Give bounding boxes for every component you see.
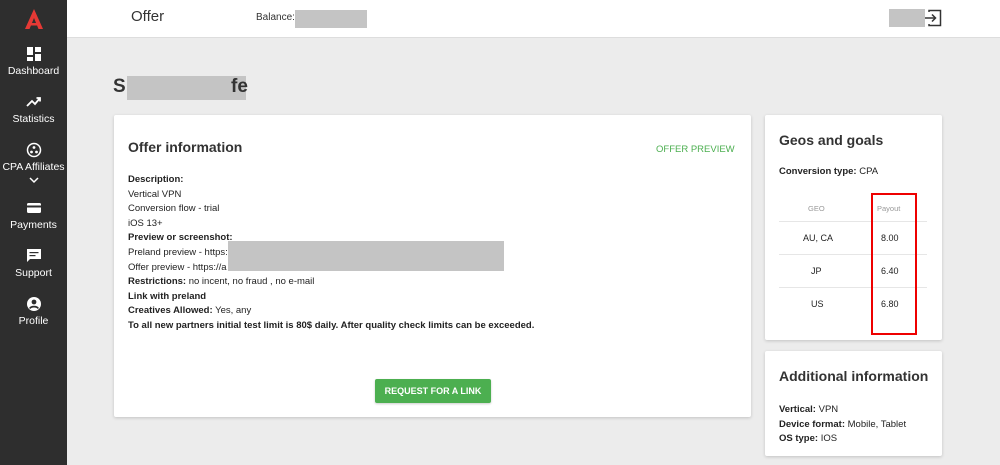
- balance-label: Balance:: [256, 12, 295, 23]
- sidebar-item-statistics[interactable]: Statistics: [0, 94, 67, 125]
- trending-up-icon: [25, 97, 41, 107]
- header-title: Offer: [131, 8, 165, 25]
- logout-icon[interactable]: [924, 9, 942, 27]
- sidebar-item-label: Dashboard: [7, 65, 60, 77]
- sidebar-item-cpa-affiliates[interactable]: CPA Affiliates: [0, 142, 67, 184]
- user-name-redacted: [889, 9, 925, 27]
- conversion-type: Conversion type: CPA: [779, 166, 878, 177]
- restrictions-row: Restrictions: no incent, no fraud , no e…: [128, 275, 534, 290]
- device-format-row: Device format: Mobile, Tablet: [779, 418, 906, 433]
- chevron-down-icon[interactable]: [28, 177, 39, 184]
- balance-value-redacted: [295, 10, 367, 28]
- sidebar-item-label: CPA Affiliates: [2, 161, 65, 173]
- account-circle-icon: [26, 297, 41, 311]
- sidebar-item-label: Payments: [10, 219, 57, 231]
- offer-information-title: Offer information: [128, 139, 243, 155]
- chat-icon: [26, 249, 41, 262]
- affiliates-icon: [26, 142, 41, 158]
- geo-cell: AU, CA: [803, 233, 834, 243]
- sidebar-item-support[interactable]: Support: [0, 248, 67, 279]
- payout-column-highlight: [871, 193, 917, 335]
- logo-icon: [24, 9, 43, 29]
- description-line: iOS 13+: [128, 217, 163, 229]
- request-link-button[interactable]: REQUEST FOR A LINK: [375, 379, 491, 403]
- os-type-label: OS type:: [779, 433, 819, 445]
- conversion-label: Conversion type:: [779, 166, 857, 177]
- preview-urls-redacted: [228, 241, 504, 271]
- additional-information-card: Additional information Vertical: VPN Dev…: [765, 351, 942, 456]
- page-title-start: S: [113, 76, 126, 97]
- os-type-value: IOS: [818, 433, 838, 445]
- geos-goals-title: Geos and goals: [779, 132, 884, 148]
- page-title-redacted: [127, 76, 246, 100]
- sidebar: Dashboard Statistics CPA Affiliates Paym…: [0, 0, 67, 465]
- description-label: Description:: [128, 174, 184, 185]
- restrictions-value: no incent, no fraud , no e-mail: [186, 276, 315, 288]
- additional-info-list: Vertical: VPN Device format: Mobile, Tab…: [779, 403, 906, 447]
- geo-cell: US: [811, 299, 824, 309]
- creatives-value: Yes, any: [212, 305, 252, 317]
- vertical-row: Vertical: VPN: [779, 403, 906, 418]
- sidebar-item-dashboard[interactable]: Dashboard: [0, 46, 67, 77]
- link-with-preland: Link with preland: [128, 290, 207, 302]
- sidebar-item-payments[interactable]: Payments: [0, 200, 67, 231]
- dashboard-icon: [26, 47, 41, 61]
- top-header: Offer Balance:: [67, 0, 1000, 38]
- sidebar-item-label: Statistics: [12, 113, 55, 125]
- sidebar-item-profile[interactable]: Profile: [0, 296, 67, 327]
- offer-information-card: Offer information OFFER PREVIEW Descript…: [114, 115, 751, 417]
- device-format-label: Device format:: [779, 418, 845, 430]
- credit-card-icon: [26, 203, 41, 213]
- vertical-label: Vertical:: [779, 404, 816, 415]
- additional-information-title: Additional information: [779, 368, 929, 384]
- restrictions-label: Restrictions:: [128, 276, 187, 288]
- limit-note: To all new partners initial test limit i…: [128, 319, 535, 331]
- conversion-value: CPA: [856, 166, 879, 177]
- sidebar-item-label: Profile: [18, 315, 49, 327]
- os-type-row: OS type: IOS: [779, 432, 906, 447]
- vertical-value: VPN: [815, 404, 839, 415]
- page-title-end: fe: [231, 76, 248, 97]
- creatives-row: Creatives Allowed: Yes, any: [128, 304, 534, 319]
- geos-goals-card: Geos and goals Conversion type: CPA GEO …: [765, 115, 942, 340]
- description-line: Conversion flow - trial: [128, 203, 220, 215]
- device-format-value: Mobile, Tablet: [845, 418, 907, 430]
- creatives-label: Creatives Allowed:: [128, 305, 213, 317]
- col-geo-header: GEO: [808, 204, 825, 213]
- geo-cell: JP: [811, 266, 822, 276]
- brand-logo[interactable]: [0, 0, 67, 38]
- offer-preview-link[interactable]: OFFER PREVIEW: [656, 144, 735, 155]
- sidebar-item-label: Support: [15, 267, 52, 279]
- description-line: Vertical VPN: [128, 188, 182, 200]
